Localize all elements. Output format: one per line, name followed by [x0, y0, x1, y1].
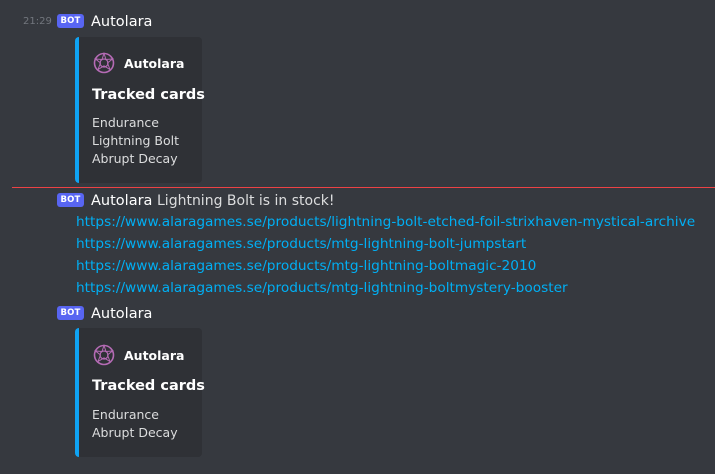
embed-description: Endurance Lightning Bolt Abrupt Decay — [92, 114, 179, 168]
username[interactable]: Autolara — [91, 13, 152, 31]
tracked-card: Abrupt Decay — [92, 151, 178, 166]
bot-tag: BOT — [57, 193, 84, 207]
message-timestamp: 21:29 — [23, 16, 52, 27]
embed-title: Tracked cards — [92, 87, 205, 103]
new-messages-divider — [12, 187, 715, 188]
product-link[interactable]: https://www.alaragames.se/products/mtg-l… — [76, 233, 526, 255]
embed-author[interactable]: Autolara — [124, 348, 184, 364]
username[interactable]: Autolara — [91, 192, 152, 210]
product-link[interactable]: https://www.alaragames.se/products/mtg-l… — [76, 277, 568, 299]
bot-tag: BOT — [57, 14, 84, 28]
embed-author[interactable]: Autolara — [124, 56, 184, 72]
username[interactable]: Autolara — [91, 305, 152, 323]
mtg-planeswalker-icon — [93, 344, 115, 366]
tracked-card: Lightning Bolt — [92, 133, 180, 148]
product-link[interactable]: https://www.alaragames.se/products/mtg-l… — [76, 255, 536, 277]
embed: Autolara Tracked cards Endurance Abrupt … — [75, 328, 205, 457]
tracked-card: Endurance — [92, 115, 159, 130]
product-link[interactable]: https://www.alaragames.se/products/light… — [76, 211, 695, 233]
embed: Autolara Tracked cards Endurance Lightni… — [75, 37, 205, 183]
embed-title: Tracked cards — [92, 378, 205, 394]
mtg-planeswalker-icon — [93, 52, 115, 74]
tracked-card: Abrupt Decay — [92, 425, 178, 440]
tracked-card: Endurance — [92, 407, 159, 422]
message-text: Lightning Bolt is in stock! — [157, 193, 335, 209]
embed-description: Endurance Abrupt Decay — [92, 406, 178, 442]
bot-tag: BOT — [57, 306, 84, 320]
